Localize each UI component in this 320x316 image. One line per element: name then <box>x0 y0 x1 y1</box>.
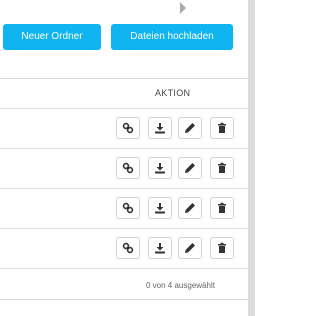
edit-button[interactable] <box>178 237 202 259</box>
table-row <box>0 189 248 229</box>
table-row <box>0 109 248 149</box>
new-folder-button[interactable]: Neuer Ordner <box>3 24 101 50</box>
pencil-icon <box>185 203 195 213</box>
link-icon <box>122 202 134 214</box>
table-row <box>0 149 248 189</box>
pencil-icon <box>185 243 195 253</box>
vertical-scrollbar[interactable] <box>248 0 255 316</box>
trash-icon <box>218 242 226 253</box>
table-row <box>0 229 248 269</box>
delete-button[interactable] <box>210 117 234 139</box>
pencil-icon <box>185 123 195 133</box>
download-icon <box>155 163 165 174</box>
scroll-right-arrow-icon[interactable] <box>180 2 186 14</box>
download-button[interactable] <box>148 117 172 139</box>
table-header: AKTION <box>0 79 248 109</box>
action-column-header: AKTION <box>155 88 191 98</box>
download-button[interactable] <box>148 237 172 259</box>
edit-button[interactable] <box>178 117 202 139</box>
link-icon <box>122 122 134 134</box>
delete-button[interactable] <box>210 157 234 179</box>
trash-icon <box>218 202 226 213</box>
link-button[interactable] <box>116 157 140 179</box>
download-button[interactable] <box>148 197 172 219</box>
trash-icon <box>218 122 226 133</box>
trash-icon <box>218 162 226 173</box>
download-icon <box>155 203 165 214</box>
link-icon <box>122 162 134 174</box>
edit-button[interactable] <box>178 157 202 179</box>
link-button[interactable] <box>116 197 140 219</box>
delete-button[interactable] <box>210 197 234 219</box>
link-button[interactable] <box>116 237 140 259</box>
download-icon <box>155 243 165 254</box>
selection-status: 0 von 4 ausgewählt <box>146 281 215 290</box>
download-icon <box>155 123 165 134</box>
link-button[interactable] <box>116 117 140 139</box>
download-button[interactable] <box>148 157 172 179</box>
link-icon <box>122 242 134 254</box>
delete-button[interactable] <box>210 237 234 259</box>
edit-button[interactable] <box>178 197 202 219</box>
pencil-icon <box>185 163 195 173</box>
upload-files-button[interactable]: Dateien hochladen <box>111 24 233 50</box>
file-table: AKTION 0 von 4 ausgewählt <box>0 78 248 300</box>
